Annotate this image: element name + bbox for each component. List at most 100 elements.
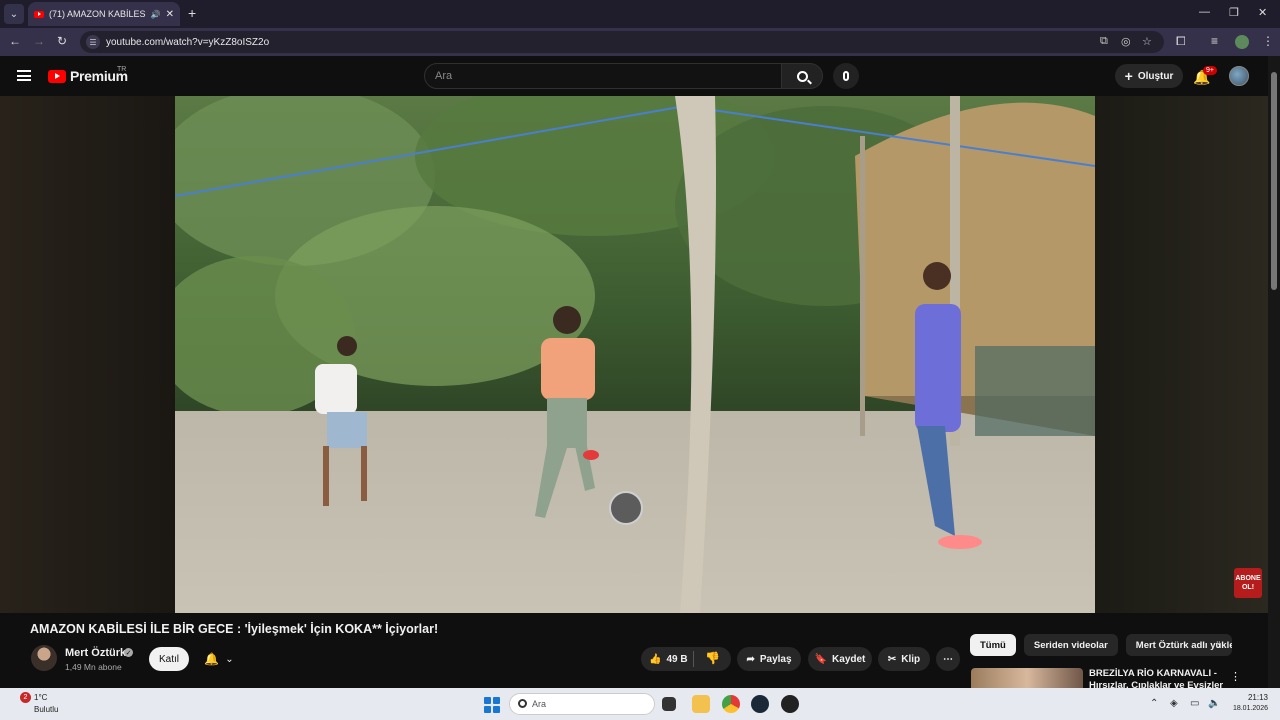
notification-badge: 9+ xyxy=(1203,66,1217,75)
scroll-thumb[interactable] xyxy=(1271,72,1277,290)
chip-channel-uploads[interactable]: Mert Öztürk adlı yükle xyxy=(1125,634,1232,656)
chevron-down-icon: ⌄ xyxy=(225,653,234,665)
site-info-icon[interactable]: ☰ xyxy=(86,35,100,49)
voice-search-button[interactable] xyxy=(833,63,859,89)
file-explorer-icon[interactable] xyxy=(692,695,710,713)
search-placeholder: Ara xyxy=(435,70,453,82)
page-scrollbar[interactable] xyxy=(1268,56,1280,688)
search-icon xyxy=(796,70,808,82)
youtube-premium-logo[interactable]: Premium xyxy=(48,68,128,84)
youtube-logo-icon xyxy=(48,69,66,83)
minimize-icon[interactable]: — xyxy=(1199,6,1210,18)
share-button[interactable]: ➦ Paylaş xyxy=(737,647,801,671)
save-label: Kaydet xyxy=(832,653,866,665)
related-filter-chips: Tümü Seriden videolar Mert Öztürk adlı y… xyxy=(970,634,1232,656)
chevron-right-icon[interactable]: › xyxy=(1217,638,1221,652)
subscriber-count: 1,49 Mn abone xyxy=(65,662,122,672)
close-tab-icon[interactable]: ✕ xyxy=(166,9,174,20)
bookmark-star-icon[interactable]: ☆ xyxy=(1142,35,1152,48)
divider xyxy=(693,651,694,667)
bell-icon: 🔔 xyxy=(204,652,220,666)
video-frame xyxy=(175,96,1095,613)
url-text: youtube.com/watch?v=yKzZ8oISZ2o xyxy=(106,36,270,48)
share-arrow-icon: ➦ xyxy=(746,653,755,665)
address-bar[interactable]: ☰ youtube.com/watch?v=yKzZ8oISZ2o ⧉ ◎ ☆ xyxy=(80,31,1164,53)
video-title: AMAZON KABİLESİ İLE BİR GECE : 'İyileşme… xyxy=(30,622,439,636)
hamburger-menu-icon[interactable] xyxy=(17,70,31,81)
forward-arrow-icon[interactable]: → xyxy=(33,34,45,48)
start-windows-icon[interactable] xyxy=(484,697,500,713)
eye-off-icon[interactable]: ◎ xyxy=(1121,35,1131,48)
search-input[interactable]: Ara xyxy=(424,63,782,89)
profile-avatar-icon[interactable] xyxy=(1235,35,1249,49)
like-button[interactable]: 👍 49 B xyxy=(649,654,688,665)
network-icon[interactable]: ◈ xyxy=(1170,698,1178,709)
install-app-icon[interactable]: ⧉ xyxy=(1100,35,1108,48)
bookmark-icon: 🔖 xyxy=(814,653,828,665)
weather-temperature[interactable]: 1°C xyxy=(34,693,47,702)
thumbs-down-icon[interactable]: 👎 xyxy=(705,651,720,665)
clock-time[interactable]: 21:13 xyxy=(1228,693,1268,702)
browser-menu-icon[interactable]: ⋮ xyxy=(1262,34,1274,48)
clip-button[interactable]: ✂ Klip xyxy=(878,647,930,671)
taskbar-search-placeholder: Ara xyxy=(532,699,547,709)
taskbar-search-input[interactable]: Ara xyxy=(509,693,655,715)
reload-icon[interactable]: ↻ xyxy=(57,34,67,48)
steam-icon[interactable] xyxy=(751,695,769,713)
microphone-icon xyxy=(843,71,849,81)
related-video-thumbnail[interactable] xyxy=(971,668,1083,690)
verified-check-icon: ✓ xyxy=(124,648,133,657)
volume-icon[interactable]: 🔈 xyxy=(1208,698,1220,709)
chip-series[interactable]: Seriden videolar xyxy=(1023,634,1118,656)
media-control-icon[interactable]: ≡ xyxy=(1211,34,1218,48)
like-count: 49 B xyxy=(666,653,688,665)
clip-label: Klip xyxy=(901,653,921,665)
search-button[interactable] xyxy=(781,63,823,89)
create-label: Oluştur xyxy=(1137,70,1174,82)
chevron-up-icon[interactable]: ⌃ xyxy=(1150,698,1158,709)
logo-region: TR xyxy=(117,66,127,73)
browser-tab-strip: ⌄ (71) AMAZON KABİLESİ İLE 🔊 ✕ + — ❐ ✕ xyxy=(0,0,1280,28)
chevron-down-icon: ⌄ xyxy=(9,8,19,20)
browser-toolbar: ← → ↻ ☰ youtube.com/watch?v=yKzZ8oISZ2o … xyxy=(0,28,1280,56)
back-arrow-icon[interactable]: ← xyxy=(9,34,21,48)
youtube-header: Premium TR Ara + Oluştur 🔔 9+ xyxy=(0,56,1268,96)
subscribe-overlay-badge[interactable]: ABONE OL! xyxy=(1234,568,1262,598)
more-vertical-icon[interactable]: ⋮ xyxy=(1230,670,1241,683)
obs-icon[interactable] xyxy=(781,695,799,713)
display-icon[interactable]: ▭ xyxy=(1190,698,1199,709)
share-label: Paylaş xyxy=(759,653,792,665)
new-tab-button[interactable]: + xyxy=(188,5,196,21)
maximize-icon[interactable]: ❐ xyxy=(1229,6,1239,19)
create-button[interactable]: + Oluştur xyxy=(1115,64,1183,88)
extensions-icon[interactable]: ⧠ xyxy=(1176,34,1186,49)
channel-avatar[interactable] xyxy=(31,645,57,671)
close-window-icon[interactable]: ✕ xyxy=(1258,6,1267,19)
video-player[interactable] xyxy=(175,96,1095,613)
more-actions-button[interactable]: ⋯ xyxy=(936,647,960,671)
like-dislike-group: 👍 49 B 👎 xyxy=(641,647,731,671)
audio-playing-icon[interactable]: 🔊 xyxy=(151,10,161,19)
join-button[interactable]: Katıl xyxy=(149,647,189,671)
search-icon xyxy=(518,699,527,708)
task-view-icon[interactable] xyxy=(662,697,676,711)
thumbs-up-icon: 👍 xyxy=(649,653,662,665)
account-avatar[interactable] xyxy=(1229,66,1249,86)
browser-tab[interactable]: (71) AMAZON KABİLESİ İLE 🔊 ✕ xyxy=(28,2,180,26)
youtube-favicon-icon xyxy=(34,10,44,18)
more-horizontal-icon: ⋯ xyxy=(943,653,953,665)
notification-preferences-button[interactable]: 🔔 ⌄ xyxy=(197,647,241,671)
tab-search-button[interactable]: ⌄ xyxy=(4,4,24,24)
chip-all[interactable]: Tümü xyxy=(970,634,1016,656)
scissors-icon: ✂ xyxy=(887,653,897,665)
weather-alert-badge: 2 xyxy=(20,692,31,703)
clock-date[interactable]: 18.01.2026 xyxy=(1222,705,1268,712)
channel-name[interactable]: Mert Öztürk xyxy=(65,647,126,659)
chrome-icon[interactable] xyxy=(722,695,740,713)
football xyxy=(609,491,643,525)
related-video-title[interactable]: BREZİLYA RİO KARNAVALI - Hırsızlar, Çıpl… xyxy=(1089,668,1224,690)
save-button[interactable]: 🔖 Kaydet xyxy=(808,647,872,671)
weather-description[interactable]: Bulutlu xyxy=(34,705,58,714)
tab-title: (71) AMAZON KABİLESİ İLE xyxy=(49,9,146,19)
windows-taskbar: 2 1°C Bulutlu Ara ⌃ ◈ ▭ 🔈 21:13 18.01.20… xyxy=(0,688,1280,720)
